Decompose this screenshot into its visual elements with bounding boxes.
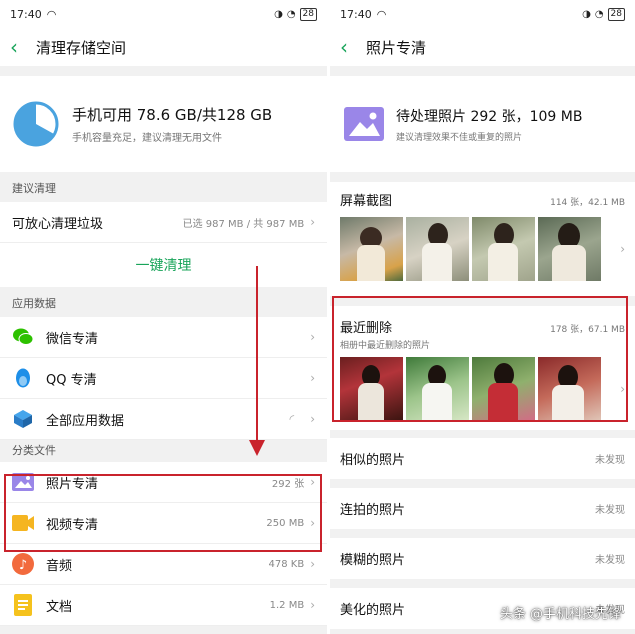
annotation-box-recent bbox=[332, 296, 628, 422]
photo-thumbnail[interactable] bbox=[340, 217, 403, 281]
mute-icon: ◑ bbox=[274, 8, 283, 20]
chevron-right-icon: › bbox=[310, 412, 315, 426]
list-item-label: 文档 bbox=[46, 599, 73, 615]
list-item-blurry[interactable]: 模糊的照片 未发现 bbox=[330, 538, 635, 579]
battery-indicator: 28 bbox=[607, 7, 625, 21]
page-title: 清理存储空间 bbox=[36, 38, 127, 57]
section-suggest: 建议清理 bbox=[12, 182, 56, 195]
list-item-value: 未发现 bbox=[595, 455, 625, 466]
wifi-icon: ◠ bbox=[376, 7, 387, 21]
pending-count: 待处理照片 292 张，109 MB bbox=[396, 108, 583, 125]
list-item-label: 音频 bbox=[46, 558, 73, 574]
list-item-qq[interactable]: QQ 专清 › bbox=[0, 358, 327, 399]
list-item-label: 连拍的照片 bbox=[340, 503, 406, 518]
list-item-value: 未发现 bbox=[595, 505, 625, 516]
qq-penguin-icon bbox=[12, 367, 34, 389]
pending-hint: 建议清理效果不佳或重复的照片 bbox=[396, 132, 523, 143]
annotation-box-files bbox=[4, 474, 322, 552]
list-item-wechat[interactable]: 微信专清 › bbox=[0, 317, 327, 358]
chevron-right-icon[interactable]: › bbox=[620, 242, 625, 256]
storage-available: 手机可用 78.6 GB/共128 GB bbox=[72, 106, 273, 124]
back-arrow-icon[interactable]: ‹ bbox=[10, 37, 32, 57]
pending-summary: 待处理照片 292 张，109 MB 建议清理效果不佳或重复的照片 bbox=[330, 76, 635, 172]
annotation-arrow bbox=[256, 266, 258, 442]
mute-icon: ◑ bbox=[582, 8, 591, 20]
svg-text:♪: ♪ bbox=[19, 558, 27, 573]
wifi-icon: ◠ bbox=[46, 7, 57, 21]
apps-cube-icon bbox=[12, 408, 34, 430]
group-title: 屏幕截图 bbox=[340, 194, 393, 209]
list-item-label: 相似的照片 bbox=[340, 453, 406, 468]
list-item-label: 模糊的照片 bbox=[340, 553, 406, 568]
safe-clean-value: 已选 987 MB / 共 987 MB bbox=[182, 218, 305, 230]
list-item-all-apps[interactable]: 全部应用数据 ◜ › bbox=[0, 399, 327, 440]
group-screenshots[interactable]: 屏幕截图 114 张，42.1 MB › bbox=[330, 182, 635, 296]
status-bar: 17:40 ◠ ◑ ◔ 28 bbox=[0, 0, 327, 28]
storage-summary: 手机可用 78.6 GB/共128 GB 手机容量充足，建议清理无用文件 bbox=[0, 76, 327, 172]
alarm-icon: ◔ bbox=[286, 8, 296, 20]
status-time: 17:40 bbox=[10, 7, 42, 21]
group-meta: 114 张，42.1 MB bbox=[550, 198, 625, 208]
safe-clean-row[interactable]: 可放心清理垃圾 已选 987 MB / 共 987 MB › bbox=[0, 202, 327, 243]
section-files: 分类文件 bbox=[12, 444, 56, 457]
document-icon bbox=[12, 594, 34, 616]
music-icon: ♪ bbox=[12, 553, 34, 575]
alarm-icon: ◔ bbox=[594, 8, 604, 20]
list-item-label: 全部应用数据 bbox=[46, 413, 125, 429]
chevron-right-icon: › bbox=[310, 330, 315, 344]
chevron-right-icon: › bbox=[310, 371, 315, 385]
one-click-clean-button[interactable]: 一键清理 bbox=[0, 243, 327, 287]
list-item-label: QQ 专清 bbox=[46, 372, 97, 388]
loading-spinner-icon: ◜ bbox=[289, 412, 295, 426]
safe-clean-label: 可放心清理垃圾 bbox=[12, 216, 104, 232]
list-item-value: 478 KB bbox=[268, 558, 305, 570]
chevron-right-icon: › bbox=[310, 215, 315, 229]
watermark-text: 头条 @手机科技先锋 bbox=[499, 607, 621, 622]
list-item-burst[interactable]: 连拍的照片 未发现 bbox=[330, 488, 635, 529]
list-item-value: 1.2 MB bbox=[269, 599, 305, 611]
chevron-right-icon: › bbox=[310, 557, 315, 571]
photo-icon bbox=[344, 107, 384, 141]
list-item-documents[interactable]: 文档 1.2 MB › bbox=[0, 585, 327, 626]
title-bar: ‹ 清理存储空间 bbox=[0, 28, 327, 66]
chevron-right-icon: › bbox=[310, 598, 315, 612]
photo-thumbnail[interactable] bbox=[472, 217, 535, 281]
wechat-icon bbox=[12, 326, 34, 348]
list-item-similar[interactable]: 相似的照片 未发现 bbox=[330, 438, 635, 479]
battery-indicator: 28 bbox=[299, 7, 317, 21]
list-item-value: 未发现 bbox=[595, 555, 625, 566]
status-bar: 17:40 ◠ ◑ ◔ 28 bbox=[330, 0, 635, 28]
status-time: 17:40 bbox=[340, 7, 372, 21]
photo-thumbnail[interactable] bbox=[538, 217, 601, 281]
back-arrow-icon[interactable]: ‹ bbox=[340, 37, 362, 57]
storage-hint: 手机容量充足，建议清理无用文件 bbox=[72, 133, 222, 144]
title-bar: ‹ 照片专清 bbox=[330, 28, 635, 66]
storage-pie-icon bbox=[13, 101, 59, 147]
photo-thumbnail[interactable] bbox=[406, 217, 469, 281]
section-app-data: 应用数据 bbox=[12, 297, 56, 310]
annotation-arrow-head bbox=[249, 440, 265, 456]
page-title: 照片专清 bbox=[366, 38, 427, 57]
list-item-label: 微信专清 bbox=[46, 331, 99, 347]
